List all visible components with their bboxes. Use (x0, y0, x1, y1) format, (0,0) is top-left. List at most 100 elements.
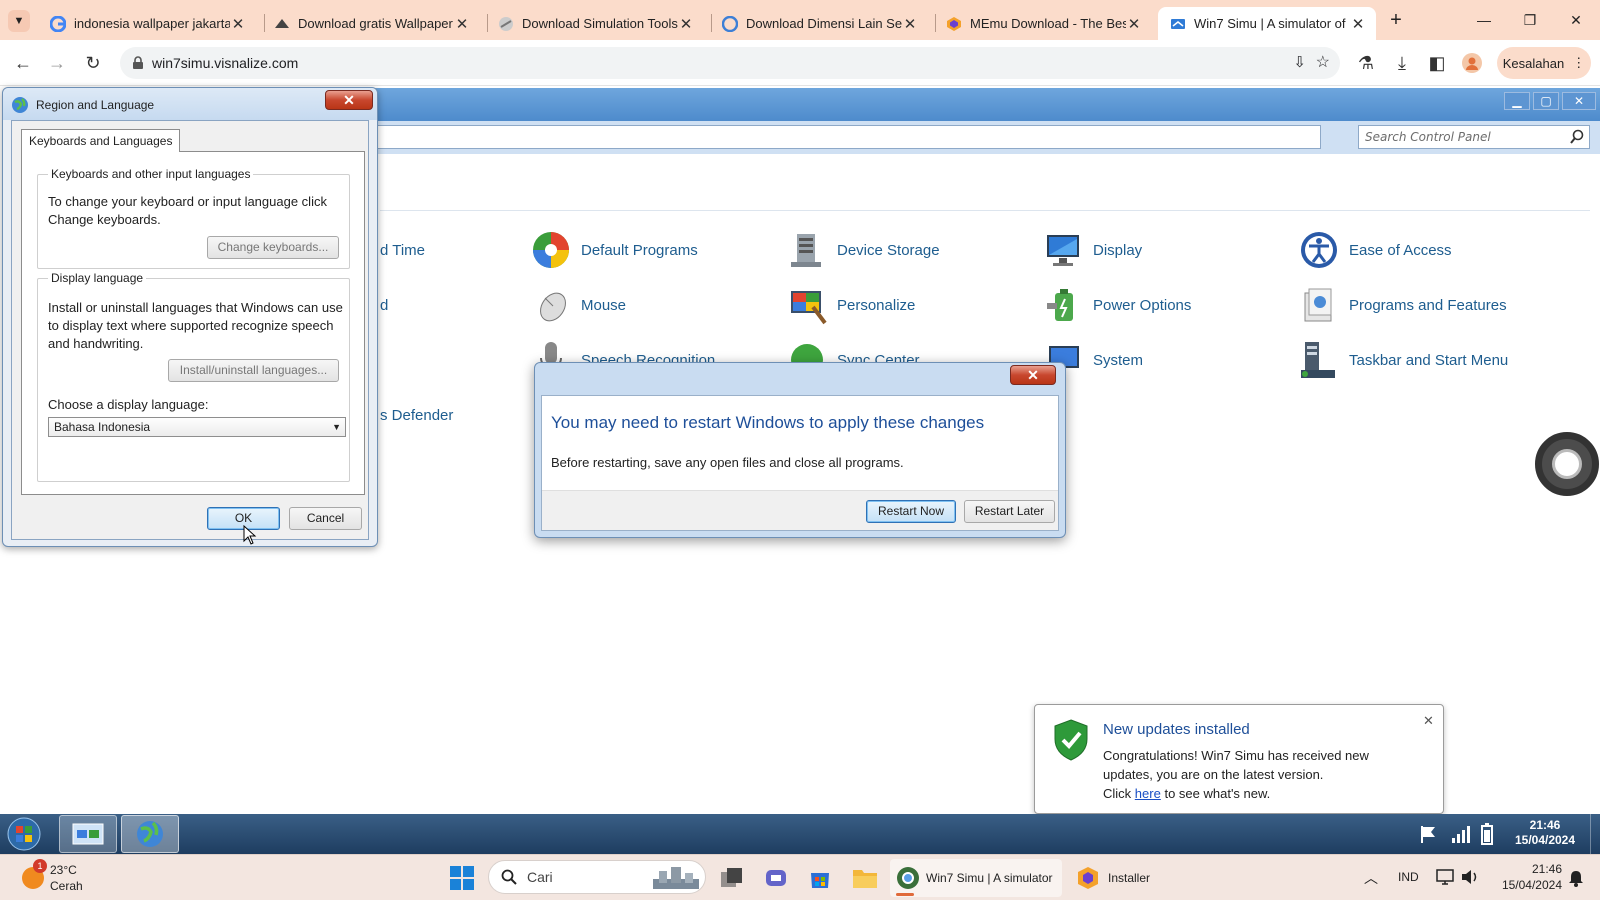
win11-time: 21:46 (1531, 862, 1562, 876)
install-app-icon[interactable]: ⇩ (1293, 53, 1306, 71)
cp-item-power-options[interactable]: Power Options (1043, 285, 1191, 325)
input-language[interactable]: IND (1398, 870, 1419, 884)
side-panel-button[interactable]: ◧ (1426, 52, 1448, 74)
cp-item-fragment[interactable]: s Defender (380, 407, 453, 424)
cp-close-button[interactable]: ✕ (1562, 92, 1596, 110)
taskbar-app-chrome[interactable]: Win7 Simu | A simulator (890, 859, 1062, 897)
tab-title: Download gratis Wallpaper (298, 16, 453, 31)
taskbar-search-box[interactable]: Cari (488, 860, 706, 894)
taskbar-icon (1301, 342, 1335, 378)
restart-now-button[interactable]: Restart Now (866, 500, 956, 523)
taskbar-control-panel-button[interactable] (59, 815, 117, 853)
win7-clock[interactable]: 21:46 15/04/2024 (1500, 818, 1590, 848)
cp-item-taskbar-start-menu[interactable]: Taskbar and Start Menu (1299, 340, 1508, 380)
back-button[interactable]: ← (12, 52, 34, 74)
notification-bell-icon[interactable] (1568, 869, 1584, 887)
browser-tab[interactable]: MEmu Download - The Best ✕ (934, 7, 1152, 40)
google-icon (50, 15, 66, 32)
chevron-up-icon[interactable]: ︿ (1364, 868, 1378, 888)
close-icon[interactable]: ✕ (678, 15, 694, 33)
volume-icon[interactable] (1460, 868, 1480, 886)
meet-icon[interactable] (764, 866, 788, 890)
windows-start-icon[interactable] (449, 865, 475, 891)
file-explorer-icon[interactable] (852, 867, 878, 889)
browser-tab[interactable]: indonesia wallpaper jakarta ✕ (38, 7, 256, 40)
cp-item-fragment[interactable]: d Time (380, 242, 425, 259)
task-view-icon[interactable] (720, 867, 744, 889)
cp-item-fragment[interactable]: d (380, 297, 388, 314)
address-bar[interactable]: win7simu.visnalize.com ⇩ ☆ (120, 47, 1340, 79)
forward-button[interactable]: → (46, 52, 68, 74)
display-language-select[interactable]: Bahasa Indonesia ▼ (48, 417, 346, 437)
profile-error-button[interactable]: Kesalahan ⋮ (1497, 47, 1591, 79)
action-center-flag-icon[interactable] (1418, 824, 1438, 844)
control-panel-icon (72, 823, 104, 845)
browser-tab[interactable]: Download Dimensi Lain Ser ✕ (710, 7, 928, 40)
close-icon[interactable]: ✕ (902, 15, 918, 33)
cp-item-default-programs[interactable]: Default Programs (531, 230, 698, 270)
dialog-close-button[interactable]: ✕ (325, 90, 373, 110)
profile-button[interactable] (1461, 52, 1483, 74)
cp-item-device-storage[interactable]: Device Storage (787, 230, 940, 270)
cp-minimize-button[interactable]: ▁ (1504, 92, 1530, 110)
new-tab-button[interactable]: + (1384, 8, 1408, 32)
win7-start-button[interactable] (2, 816, 46, 852)
close-icon[interactable]: ✕ (454, 15, 470, 33)
bookmark-star-icon[interactable]: ☆ (1316, 52, 1330, 72)
taskbar-app-installer[interactable]: Installer (1070, 859, 1180, 897)
close-icon[interactable]: ✕ (1126, 15, 1142, 33)
site-icon (499, 16, 513, 31)
restart-close-button[interactable]: ✕ (1010, 365, 1056, 385)
restart-heading: You may need to restart Windows to apply… (551, 413, 985, 432)
search-placeholder: Cari (527, 869, 553, 885)
close-icon[interactable]: ✕ (1350, 15, 1366, 33)
reload-button[interactable]: ↻ (82, 52, 104, 74)
store-icon[interactable] (808, 866, 832, 890)
browser-tab[interactable]: Download gratis Wallpaper ✕ (262, 7, 480, 40)
win11-clock[interactable]: 21:46 15/04/2024 (1492, 861, 1562, 893)
more-menu-icon: ⋮ (1572, 55, 1586, 70)
win7-time: 21:46 (1529, 818, 1561, 832)
taskbar-region-button[interactable] (121, 815, 179, 853)
window-close-button[interactable]: ✕ (1554, 8, 1598, 32)
change-keyboards-button[interactable]: Change keyboards... (207, 236, 339, 259)
tab-search-button[interactable]: ▼ (8, 10, 30, 32)
weather-widget[interactable]: 1 23°C Cerah (16, 859, 126, 897)
cancel-button[interactable]: Cancel (289, 507, 362, 530)
display-language-group: Display language Install or uninstall la… (37, 271, 350, 482)
cp-item-label: Taskbar and Start Menu (1349, 351, 1509, 369)
restore-button[interactable]: ❐ (1508, 8, 1552, 32)
install-languages-button[interactable]: Install/uninstall languages... (168, 359, 339, 382)
spinner-core (1552, 449, 1582, 479)
loading-spinner (1535, 432, 1599, 496)
cp-item-personalize[interactable]: Personalize (787, 285, 915, 325)
dialog-titlebar: Region and Language ✕ (3, 88, 377, 120)
cp-address-box[interactable] (375, 125, 1321, 149)
browser-tab[interactable]: Download Simulation Tools ✕ (486, 7, 704, 40)
cp-item-display[interactable]: Display (1043, 230, 1142, 270)
control-panel-address-row: Search Control Panel (370, 121, 1600, 154)
weather-temp: 23°C (50, 863, 77, 877)
minimize-button[interactable]: — (1462, 8, 1506, 32)
show-desktop-button[interactable] (1590, 814, 1600, 854)
labs-button[interactable]: ⚗ (1355, 52, 1377, 74)
browser-tab-active[interactable]: Win7 Simu | A simulator of ✕ (1158, 7, 1376, 40)
cp-item-mouse[interactable]: Mouse (531, 285, 626, 325)
win7-date: 15/04/2024 (1514, 833, 1576, 847)
battery-icon[interactable] (1480, 822, 1494, 846)
restart-later-button[interactable]: Restart Later (964, 500, 1055, 523)
notification-close-button[interactable]: ✕ (1423, 713, 1434, 729)
cp-item-ease-of-access[interactable]: Ease of Access (1299, 230, 1452, 270)
cp-search-input[interactable]: Search Control Panel (1358, 125, 1590, 149)
cp-maximize-button[interactable]: ▢ (1533, 92, 1559, 110)
close-icon[interactable]: ✕ (230, 15, 246, 33)
cp-item-programs-features[interactable]: Programs and Features (1299, 285, 1507, 325)
network-signal-icon[interactable] (1450, 824, 1470, 844)
site-icon (275, 18, 289, 28)
downloads-button[interactable]: ⤓ (1391, 52, 1413, 74)
tab-keyboards-languages[interactable]: Keyboards and Languages (21, 129, 181, 152)
cp-item-label: Display (1093, 241, 1143, 259)
dialog-title: Region and Language (36, 98, 155, 112)
network-icon[interactable] (1436, 868, 1456, 886)
notification-here-link[interactable]: here (1135, 786, 1161, 801)
